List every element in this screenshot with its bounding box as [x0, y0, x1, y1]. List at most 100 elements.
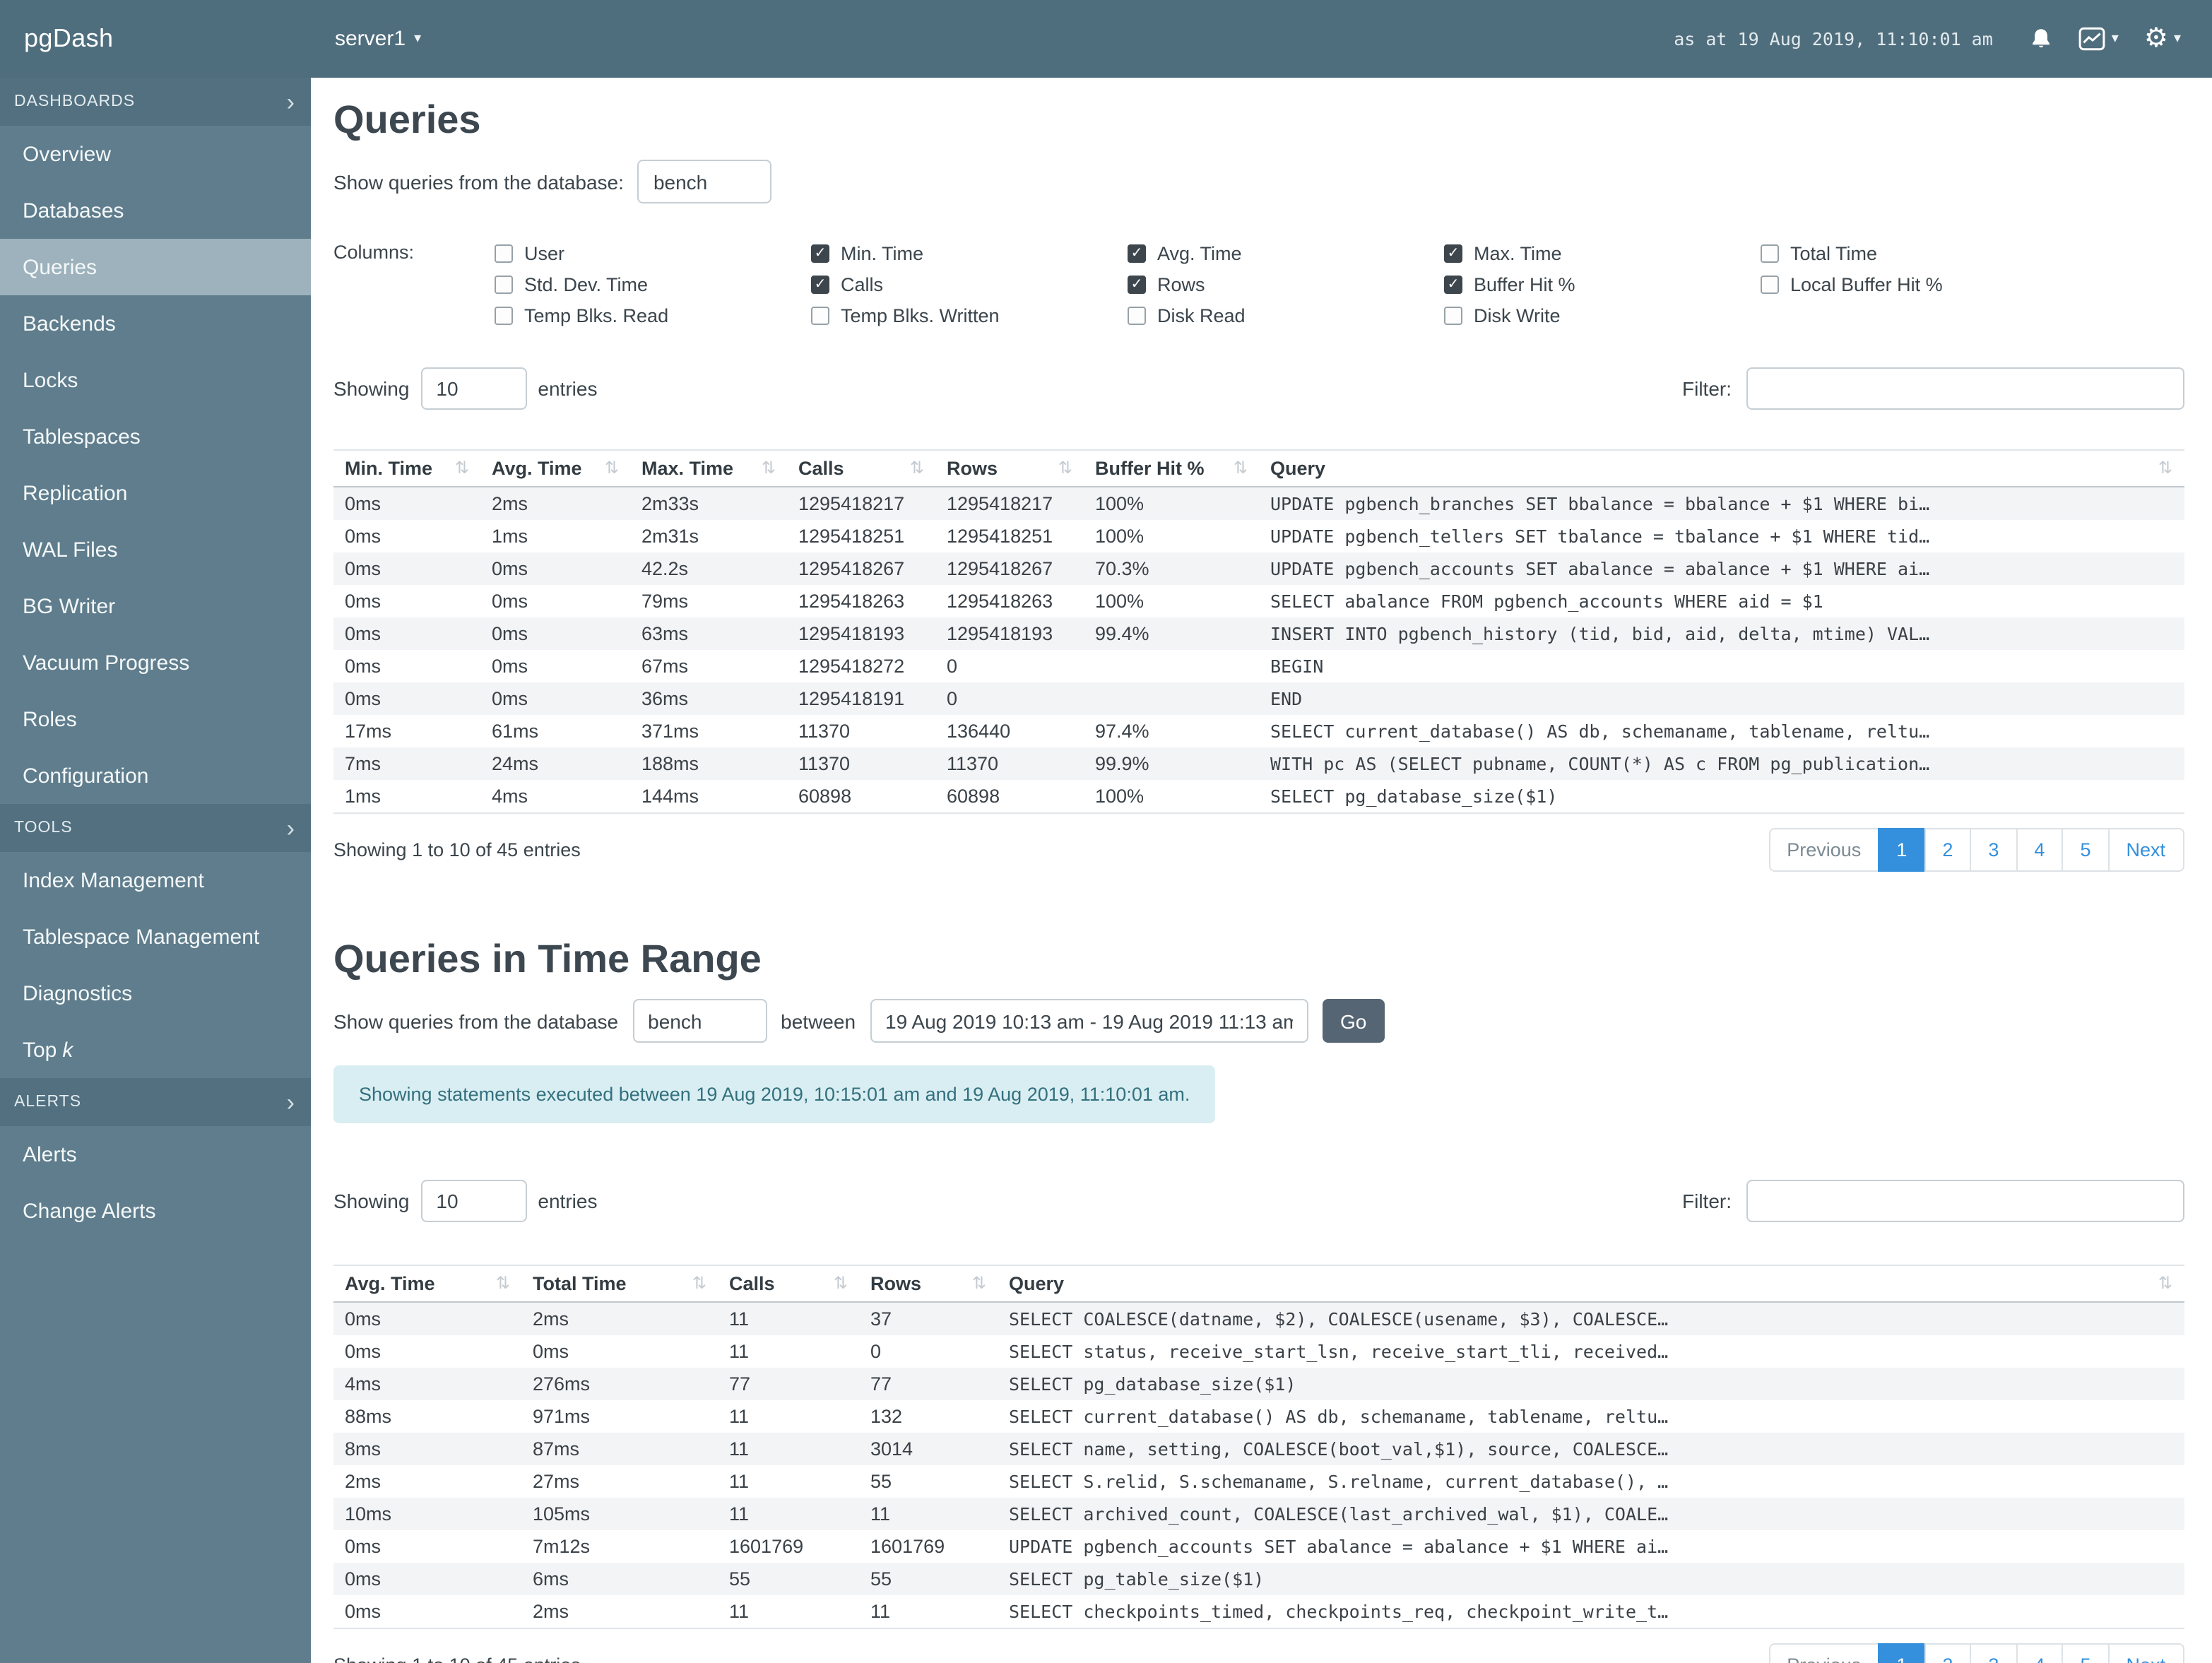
go-button[interactable]: Go — [1322, 999, 1385, 1043]
query-link[interactable]: UPDATE pgbench_accounts SET abalance = a… — [1259, 552, 2184, 585]
pagination-page-1[interactable]: 1 — [1878, 828, 1926, 872]
checkbox-disk-write[interactable] — [1444, 306, 1462, 325]
query-link[interactable]: SELECT archived_count, COALESCE(last_arc… — [998, 1498, 2184, 1531]
sidebar-section-alerts[interactable]: ALERTS › — [0, 1078, 311, 1126]
pagination-page-2[interactable]: 2 — [1924, 1643, 1972, 1663]
checkbox-temp-blks-written[interactable] — [811, 306, 829, 325]
sidebar-item-backends[interactable]: Backends — [0, 295, 311, 352]
sidebar-item-top-k[interactable]: Top k — [0, 1022, 311, 1078]
column-header-query[interactable]: ⇅ Query — [1259, 449, 2184, 488]
query-link[interactable]: WITH pc AS (SELECT pubname, COUNT(*) AS … — [1259, 747, 2184, 780]
column-header-avg-time[interactable]: ⇅ Avg. Time — [480, 449, 630, 488]
server-selector[interactable]: server1 ▾ — [311, 27, 421, 51]
checkbox-user[interactable] — [495, 244, 513, 263]
query-link[interactable]: SELECT current_database() AS db, scheman… — [1259, 715, 2184, 747]
queries-page-size-input[interactable] — [420, 367, 527, 410]
column-toggle-user[interactable]: User — [495, 237, 811, 268]
sidebar-item-locks[interactable]: Locks — [0, 352, 311, 408]
notifications-button[interactable] — [2030, 27, 2054, 51]
column-header-query[interactable]: ⇅ Query — [998, 1265, 2184, 1303]
sort-icon[interactable]: ⇅ — [1058, 458, 1072, 479]
sort-icon[interactable]: ⇅ — [496, 1274, 510, 1295]
query-link[interactable]: END — [1259, 682, 2184, 715]
settings-menu-button[interactable]: ⚙ ▾ — [2144, 25, 2181, 52]
query-link[interactable]: INSERT INTO pgbench_history (tid, bid, a… — [1259, 617, 2184, 650]
checkbox-max-time[interactable]: ✓ — [1444, 244, 1462, 263]
query-link[interactable]: UPDATE pgbench_tellers SET tbalance = tb… — [1259, 520, 2184, 552]
sort-icon[interactable]: ⇅ — [910, 458, 924, 479]
query-link[interactable]: BEGIN — [1259, 650, 2184, 682]
pagination-page-1[interactable]: 1 — [1878, 1643, 1926, 1663]
column-header-calls[interactable]: ⇅ Calls — [787, 449, 935, 488]
column-toggle-disk-read[interactable]: Disk Read — [1128, 300, 1444, 331]
query-link[interactable]: SELECT current_database() AS db, scheman… — [998, 1401, 2184, 1433]
column-toggle-buffer-hit[interactable]: ✓ Buffer Hit % — [1444, 268, 1761, 300]
pagination-page-3[interactable]: 3 — [1970, 828, 2018, 872]
column-toggle-rows[interactable]: ✓ Rows — [1128, 268, 1444, 300]
checkbox-local-buffer-hit[interactable] — [1761, 275, 1779, 294]
query-link[interactable]: SELECT pg_database_size($1) — [1259, 780, 2184, 813]
sort-icon[interactable]: ⇅ — [762, 458, 776, 479]
query-link[interactable]: UPDATE pgbench_branches SET bbalance = b… — [1259, 487, 2184, 520]
brand-logo[interactable]: pgDash — [0, 24, 311, 54]
sidebar-item-databases[interactable]: Databases — [0, 182, 311, 239]
database-input[interactable] — [637, 160, 772, 204]
checkbox-std-dev-time[interactable] — [495, 275, 513, 294]
sort-icon[interactable]: ⇅ — [692, 1274, 706, 1295]
sidebar-section-dashboards[interactable]: DASHBOARDS › — [0, 78, 311, 126]
query-link[interactable]: SELECT COALESCE(datname, $2), COALESCE(u… — [998, 1303, 2184, 1336]
sort-icon[interactable]: ⇅ — [2158, 458, 2172, 479]
sidebar-item-queries[interactable]: Queries — [0, 239, 311, 295]
column-header-calls[interactable]: ⇅ Calls — [718, 1265, 859, 1303]
pagination-next[interactable]: Next — [2107, 1643, 2184, 1663]
sidebar-item-replication[interactable]: Replication — [0, 465, 311, 521]
sidebar-item-configuration[interactable]: Configuration — [0, 747, 311, 804]
sort-icon[interactable]: ⇅ — [605, 458, 619, 479]
pagination-page-5[interactable]: 5 — [2062, 1643, 2110, 1663]
charts-menu-button[interactable]: ▾ — [2079, 27, 2119, 51]
pagination-page-2[interactable]: 2 — [1924, 828, 1972, 872]
checkbox-min-time[interactable]: ✓ — [811, 244, 829, 263]
sidebar-item-wal-files[interactable]: WAL Files — [0, 521, 311, 578]
column-toggle-std-dev-time[interactable]: Std. Dev. Time — [495, 268, 811, 300]
column-toggle-calls[interactable]: ✓ Calls — [811, 268, 1128, 300]
query-link[interactable]: SELECT name, setting, COALESCE(boot_val,… — [998, 1433, 2184, 1466]
checkbox-buffer-hit[interactable]: ✓ — [1444, 275, 1462, 294]
sidebar-item-vacuum-progress[interactable]: Vacuum Progress — [0, 634, 311, 691]
sort-icon[interactable]: ⇅ — [455, 458, 469, 479]
column-header-buffer-hit[interactable]: ⇅ Buffer Hit % — [1084, 449, 1259, 488]
column-header-max-time[interactable]: ⇅ Max. Time — [630, 449, 787, 488]
checkbox-calls[interactable]: ✓ — [811, 275, 829, 294]
pagination-next[interactable]: Next — [2107, 828, 2184, 872]
sidebar-item-tablespace-management[interactable]: Tablespace Management — [0, 909, 311, 965]
column-header-rows[interactable]: ⇅ Rows — [859, 1265, 998, 1303]
query-link[interactable]: SELECT checkpoints_timed, checkpoints_re… — [998, 1596, 2184, 1629]
sidebar-item-change-alerts[interactable]: Change Alerts — [0, 1183, 311, 1239]
query-link[interactable]: SELECT abalance FROM pgbench_accounts WH… — [1259, 585, 2184, 617]
column-header-min-time[interactable]: ⇅ Min. Time — [333, 449, 480, 488]
sidebar-item-roles[interactable]: Roles — [0, 691, 311, 747]
sidebar-item-bg-writer[interactable]: BG Writer — [0, 578, 311, 634]
query-link[interactable]: SELECT pg_table_size($1) — [998, 1563, 2184, 1596]
pagination-page-3[interactable]: 3 — [1970, 1643, 2018, 1663]
time-range-database-input[interactable] — [632, 999, 767, 1043]
column-header-total-time[interactable]: ⇅ Total Time — [521, 1265, 718, 1303]
checkbox-disk-read[interactable] — [1128, 306, 1146, 325]
sort-icon[interactable]: ⇅ — [972, 1274, 986, 1295]
sidebar-item-alerts[interactable]: Alerts — [0, 1126, 311, 1183]
pagination-page-4[interactable]: 4 — [2016, 1643, 2064, 1663]
sort-icon[interactable]: ⇅ — [834, 1274, 848, 1295]
column-header-avg-time[interactable]: ⇅ Avg. Time — [333, 1265, 521, 1303]
query-link[interactable]: SELECT status, receive_start_lsn, receiv… — [998, 1336, 2184, 1368]
column-header-rows[interactable]: ⇅ Rows — [935, 449, 1084, 488]
sidebar-item-overview[interactable]: Overview — [0, 126, 311, 182]
pagination-page-4[interactable]: 4 — [2016, 828, 2064, 872]
column-toggle-local-buffer-hit[interactable]: Local Buffer Hit % — [1761, 268, 2077, 300]
pagination-previous[interactable]: Previous — [1768, 828, 1880, 872]
query-link[interactable]: UPDATE pgbench_accounts SET abalance = a… — [998, 1531, 2184, 1563]
checkbox-total-time[interactable] — [1761, 244, 1779, 263]
checkbox-rows[interactable]: ✓ — [1128, 275, 1146, 294]
sidebar-item-index-management[interactable]: Index Management — [0, 852, 311, 909]
checkbox-avg-time[interactable]: ✓ — [1128, 244, 1146, 263]
time-range-page-size-input[interactable] — [420, 1180, 527, 1223]
